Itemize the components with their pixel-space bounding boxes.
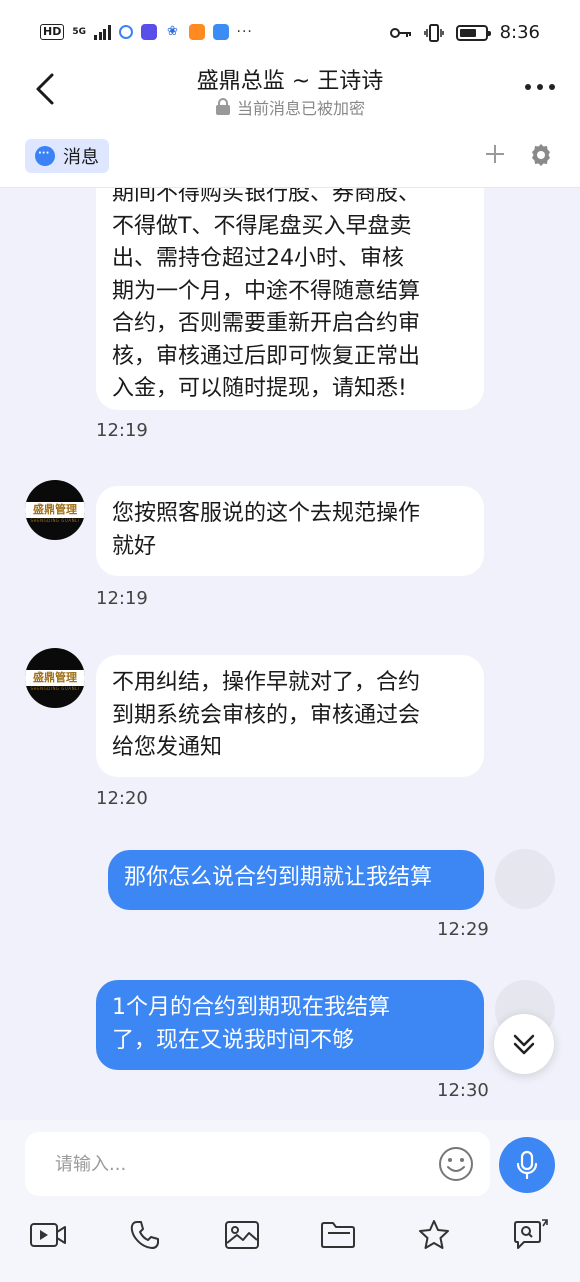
message-timestamp: 12:19: [96, 420, 148, 441]
plus-icon: [486, 145, 504, 163]
battery-icon: [455, 24, 491, 41]
smiley-icon: [439, 1147, 473, 1181]
star-icon: [419, 1220, 449, 1249]
message-line: 1个月的合约到期现在我结算: [112, 995, 390, 1020]
chat-title: 盛鼎总监 ~ 王诗诗: [196, 69, 384, 94]
avatar-logo-sub: SHENGDING GUANLI: [30, 518, 80, 523]
my-message-bubble: 1个月的合约到期现在我结算 了，现在又说我时间不够: [96, 980, 484, 1070]
more-options-button[interactable]: [522, 77, 558, 97]
avatar-logo-text: 盛鼎管理: [33, 671, 77, 684]
video-call-button[interactable]: [28, 1215, 68, 1255]
search-chat-icon: [514, 1219, 548, 1249]
message-line: 就好: [112, 533, 157, 559]
message-bubble: 期间不得购买银行股、券商股、 不得做T、不得尾盘买入早盘卖 出、需持仓超过24小…: [96, 188, 484, 410]
favorites-button[interactable]: [414, 1215, 454, 1255]
location-app-icon: [118, 25, 133, 39]
my-avatar[interactable]: [495, 849, 555, 909]
tab-messages-label: 消息: [63, 147, 99, 168]
video-app-icon: [188, 24, 205, 40]
image-icon: [225, 1221, 259, 1249]
composer: [0, 1120, 580, 1282]
message-timestamp: 12:29: [437, 919, 489, 940]
message-line: 不得做T、不得尾盘买入早盘卖: [112, 213, 412, 239]
message-line: 了，现在又说我时间不够: [112, 1027, 355, 1053]
status-right: 8:36: [389, 22, 540, 43]
key-icon: [389, 27, 411, 38]
contact-avatar[interactable]: 盛鼎管理 SHENGDING GUANLI: [25, 480, 85, 540]
scroll-to-bottom-button[interactable]: [494, 1014, 554, 1074]
message-line: 您按照客服说的这个去规范操作: [112, 501, 421, 526]
message-line: 入金，可以随时提现，请知悉!: [112, 376, 407, 401]
add-tab-button[interactable]: [484, 139, 506, 172]
vibrate-icon: [423, 23, 444, 42]
paw-app-icon: ❀: [164, 24, 181, 40]
tab-messages[interactable]: 消息: [25, 139, 109, 173]
message-line: 期间不得购买银行股、券商股、: [112, 188, 421, 206]
message-timestamp: 12:19: [96, 588, 148, 609]
image-button[interactable]: [222, 1215, 262, 1255]
message-line: 不用纠结，操作早就对了，合约: [112, 670, 421, 695]
tab-row: 消息: [0, 125, 580, 188]
message-timestamp: 12:30: [437, 1080, 489, 1101]
message-line: 合约，否则需要重新开启合约审: [112, 311, 421, 336]
more-notifications-icon: ···: [236, 24, 253, 40]
my-message-bubble: 那你怎么说合约到期就让我结算: [108, 850, 484, 910]
contact-avatar[interactable]: 盛鼎管理 SHENGDING GUANLI: [25, 648, 85, 708]
phone-icon: [130, 1221, 159, 1249]
microphone-icon: [516, 1150, 538, 1180]
encryption-notice: 当前消息已被加密: [0, 95, 580, 119]
message-line: 那你怎么说合约到期就让我结算: [124, 865, 433, 890]
message-line: 出、需持仓超过24小时、审核: [112, 246, 404, 271]
double-chevron-down-icon: [513, 1034, 535, 1055]
folder-icon: [321, 1222, 355, 1248]
gear-icon: [532, 144, 550, 166]
network-type: 5G: [72, 26, 86, 37]
message-timestamp: 12:20: [96, 788, 148, 809]
voice-input-button[interactable]: [499, 1137, 555, 1193]
clock: 8:36: [499, 22, 540, 43]
message-input[interactable]: [55, 1148, 415, 1180]
avatar-logo-text: 盛鼎管理: [33, 503, 77, 516]
avatar-logo-sub: SHENGDING GUANLI: [30, 686, 80, 691]
hd-indicator: HD: [40, 24, 65, 40]
status-left: HD 5G ❀ ···: [40, 24, 253, 40]
tieba-app-icon: [140, 24, 157, 40]
chat-toolbar: [0, 1215, 580, 1265]
chat-settings-button[interactable]: [528, 142, 554, 168]
message-line: 给您发通知: [112, 735, 223, 760]
chat-header: 盛鼎总监 ~ 王诗诗 当前消息已被加密: [0, 55, 580, 125]
message-line: 到期系统会审核的，审核通过会: [112, 702, 421, 728]
encryption-text: 当前消息已被加密: [236, 99, 365, 118]
emoji-button[interactable]: [437, 1145, 475, 1183]
message-bubble: 您按照客服说的这个去规范操作 就好: [96, 486, 484, 576]
signal-icon: [94, 24, 111, 40]
message-input-box: [25, 1132, 490, 1196]
message-line: 核，审核通过后即可恢复正常出: [112, 343, 421, 369]
voice-call-button[interactable]: [125, 1215, 165, 1255]
lock-icon: [215, 98, 230, 115]
file-button[interactable]: [318, 1215, 358, 1255]
video-icon: [30, 1223, 66, 1247]
mail-app-icon: [212, 24, 229, 40]
message-bubble: 不用纠结，操作早就对了，合约 到期系统会审核的，审核通过会 给您发通知: [96, 655, 484, 777]
message-line: 期为一个月，中途不得随意结算: [112, 278, 421, 304]
message-bubble-icon: [35, 146, 55, 166]
chat-search-button[interactable]: [511, 1215, 551, 1255]
chat-message-list[interactable]: 期间不得购买银行股、券商股、 不得做T、不得尾盘买入早盘卖 出、需持仓超过24小…: [0, 188, 580, 1120]
